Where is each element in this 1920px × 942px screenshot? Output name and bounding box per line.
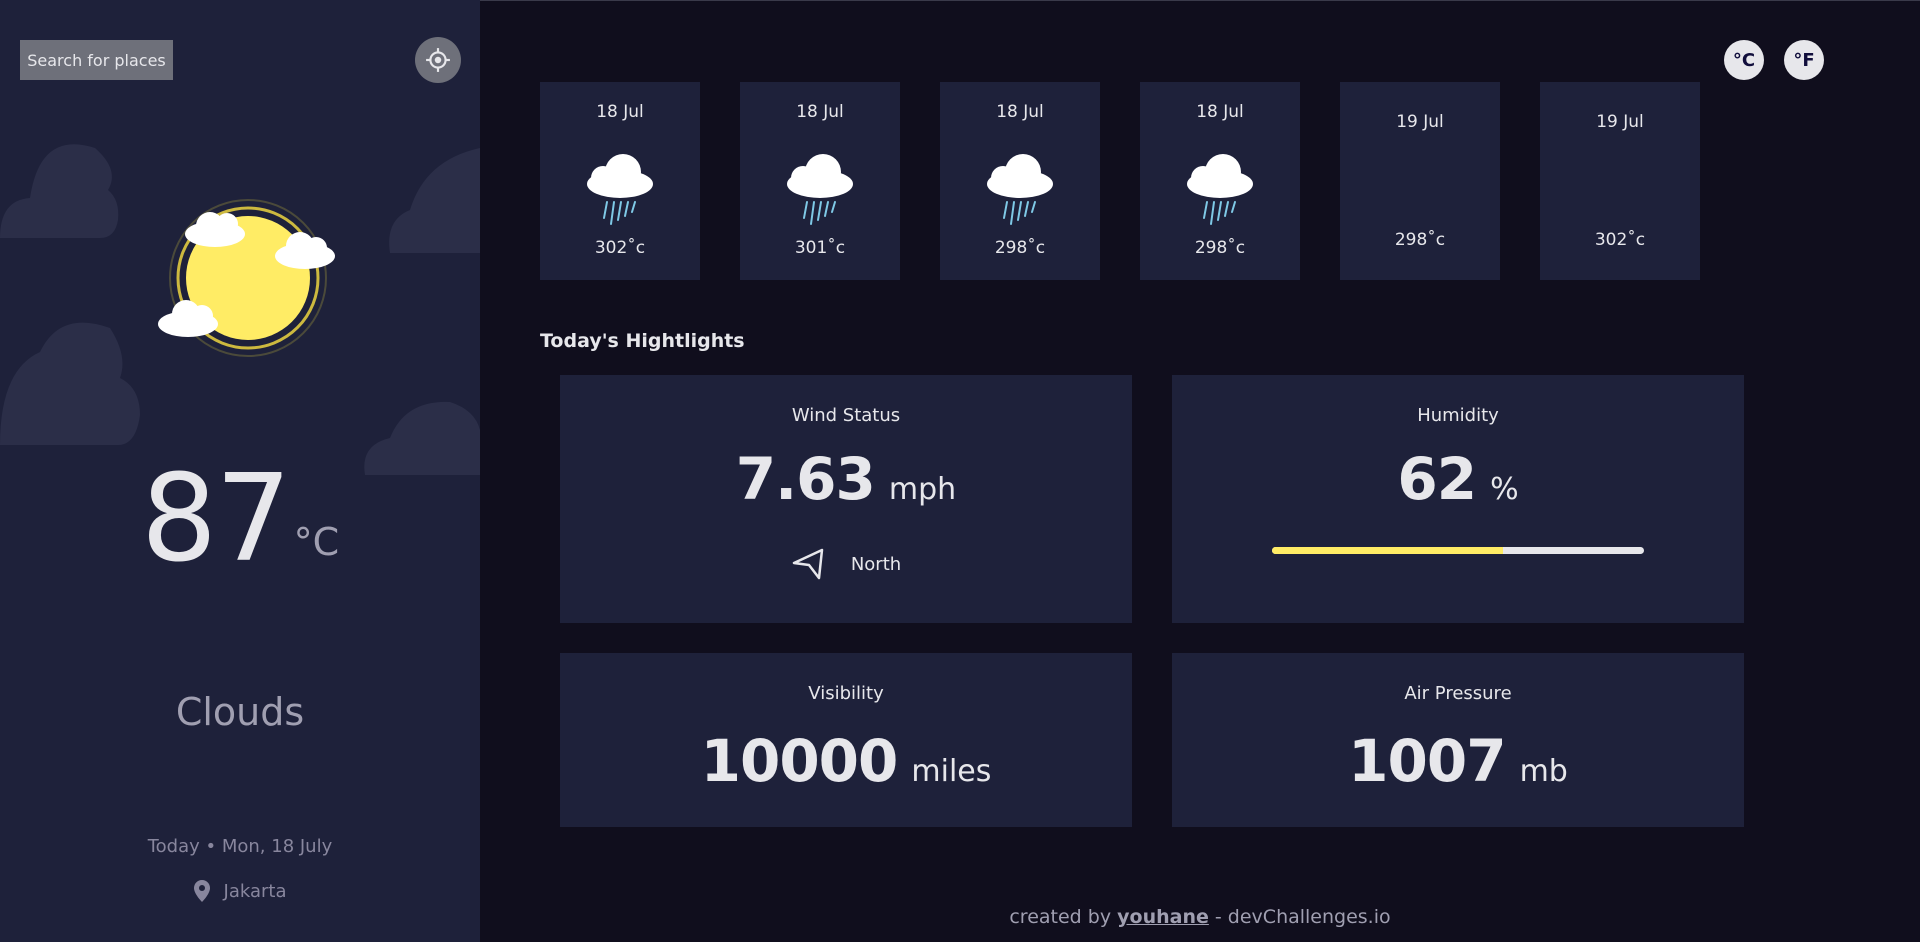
- forecast-card: 18 Jul 298˚c: [940, 82, 1100, 280]
- forecast-card: 18 Jul 298˚c: [1140, 82, 1300, 280]
- forecast-card: 18 Jul 302˚c: [540, 82, 700, 280]
- location-pin-icon: [193, 880, 210, 902]
- current-location-button[interactable]: [415, 37, 461, 83]
- visibility-card: Visibility 10000 miles: [560, 653, 1132, 827]
- visibility-unit: miles: [911, 754, 992, 789]
- forecast-temp: 302˚c: [1594, 230, 1646, 250]
- forecast-temp: 302˚c: [594, 238, 646, 258]
- air-pressure-card: Air Pressure 1007 mb: [1172, 653, 1744, 827]
- author-link[interactable]: youhane: [1117, 906, 1209, 928]
- wind-speed-unit: mph: [888, 472, 957, 507]
- visibility-label: Visibility: [808, 683, 884, 704]
- fahrenheit-toggle[interactable]: °F: [1784, 40, 1824, 80]
- wind-speed-value: 7.63: [735, 445, 876, 513]
- temperature-value: 87: [140, 450, 292, 589]
- air-pressure-value: 1007: [1348, 727, 1506, 795]
- search-places-button[interactable]: Search for places: [20, 40, 173, 80]
- wind-speed: 7.63 mph: [560, 445, 1132, 513]
- weather-condition: Clouds: [175, 690, 305, 734]
- sun-with-clouds-icon: [158, 199, 335, 357]
- forecast-temp: 298˚c: [1194, 238, 1246, 258]
- location-name: Jakarta: [223, 880, 287, 902]
- current-date: Today • Mon, 18 July: [147, 836, 333, 857]
- forecast-card: 19 Jul 302˚c: [1540, 82, 1700, 280]
- humidity-value: 62: [1397, 445, 1477, 513]
- forecast-date: 19 Jul: [1396, 112, 1444, 132]
- air-pressure-reading: 1007 mb: [1172, 727, 1744, 795]
- footer: created by youhane - devChallenges.io: [480, 906, 1920, 928]
- forecast-date: 19 Jul: [1596, 112, 1644, 132]
- footer-suffix: - devChallenges.io: [1214, 906, 1391, 928]
- light-rain-icon: [787, 154, 853, 225]
- forecast-temp: 298˚c: [1394, 230, 1446, 250]
- gps-icon: [426, 48, 450, 72]
- humidity-progress-bar: [1272, 547, 1644, 554]
- wind-status-card: Wind Status 7.63 mph North: [560, 375, 1132, 623]
- forecast-card: 18 Jul 301˚c: [740, 82, 900, 280]
- celsius-toggle[interactable]: °C: [1724, 40, 1764, 80]
- light-rain-icon: [987, 154, 1053, 225]
- humidity-progress-fill: [1272, 547, 1503, 554]
- footer-prefix: created by: [1009, 906, 1112, 928]
- humidity-unit: %: [1490, 472, 1519, 507]
- light-rain-icon: [1187, 154, 1253, 225]
- light-rain-icon: [587, 154, 653, 225]
- forecast-temp: 298˚c: [994, 238, 1046, 258]
- humidity-label: Humidity: [1417, 405, 1499, 426]
- wind-direction-label: North: [850, 553, 902, 575]
- air-pressure-label: Air Pressure: [1404, 683, 1512, 704]
- visibility-reading: 10000 miles: [560, 727, 1132, 795]
- navigation-arrow-icon: [792, 548, 824, 580]
- humidity-card: Humidity 62 %: [1172, 375, 1744, 623]
- forecast-date: 18 Jul: [596, 102, 644, 122]
- visibility-value: 10000: [700, 727, 899, 795]
- forecast-temp: 301˚c: [794, 238, 846, 258]
- forecast-date: 18 Jul: [1196, 102, 1244, 122]
- forecast-date: 18 Jul: [796, 102, 844, 122]
- air-pressure-unit: mb: [1519, 754, 1568, 789]
- sidebar: Search for places 87 °C Clouds Today • M…: [0, 0, 480, 942]
- highlights-title: Today's Hightlights: [540, 330, 745, 352]
- humidity-reading: 62 %: [1172, 445, 1744, 513]
- wind-status-label: Wind Status: [791, 405, 901, 426]
- wind-direction: North: [560, 547, 1132, 581]
- temperature-unit: °C: [293, 520, 340, 564]
- location: Jakarta: [0, 880, 480, 902]
- forecast-date: 18 Jul: [996, 102, 1044, 122]
- current-temperature: 87 °C: [0, 460, 480, 580]
- forecast-card: 19 Jul 298˚c: [1340, 82, 1500, 280]
